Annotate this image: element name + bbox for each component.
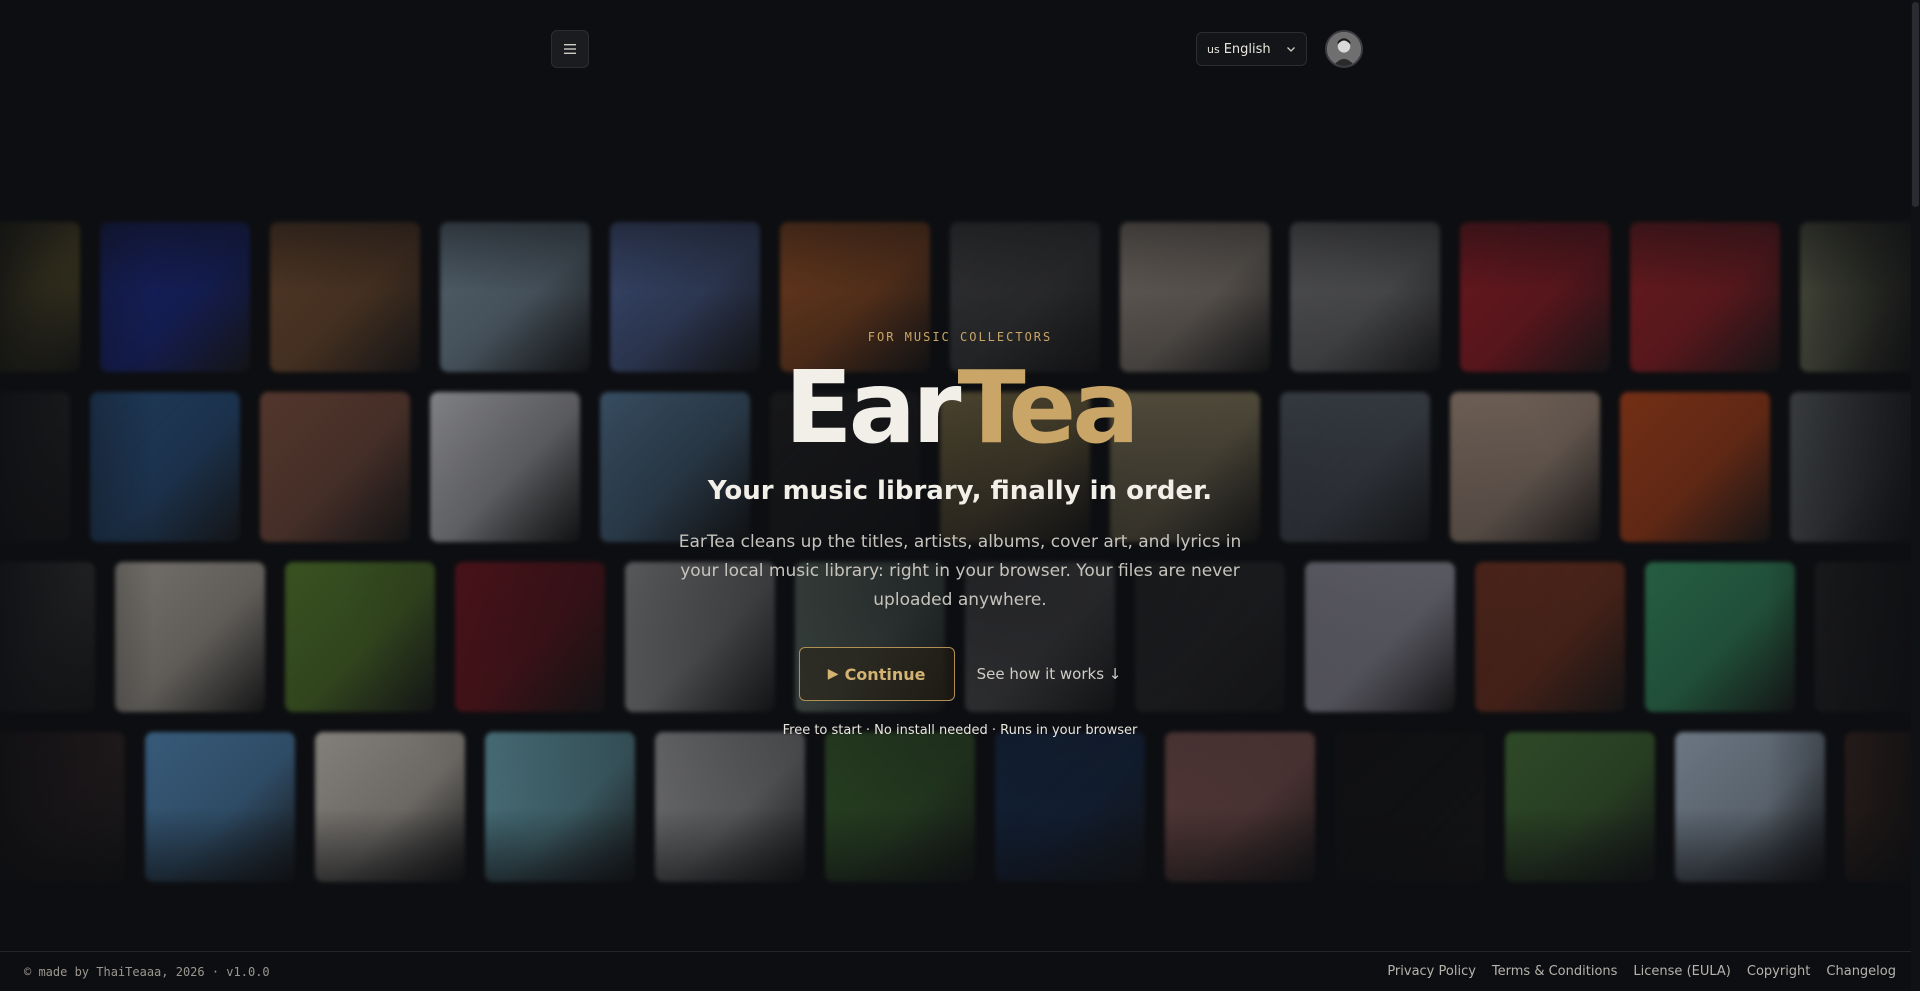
footer: © made by ThaiTeaaa, 2026 · v1.0.0 Priva… [0,951,1920,991]
footer-links: Privacy Policy Terms & Conditions Licens… [1387,964,1896,979]
album-cover [1505,732,1655,882]
language-select[interactable]: us English [1196,32,1307,66]
description: EarTea cleans up the titles, artists, al… [678,532,1242,610]
album-cover [0,392,70,542]
album-cover [1800,222,1920,372]
copyright-link[interactable]: Copyright [1747,964,1811,979]
album-cover [1460,222,1610,372]
album-cover [1450,392,1600,542]
scrollbar-thumb[interactable] [1912,2,1919,207]
album-cover [485,732,635,882]
changelog-link[interactable]: Changelog [1826,964,1896,979]
album-cover [825,732,975,882]
brand-tea: Tea [957,349,1139,466]
chevron-down-icon [1287,47,1295,52]
brand-title: EarTea [784,358,1139,458]
album-cover [655,732,805,882]
scrollbar[interactable] [1911,0,1920,991]
album-cover [430,392,580,542]
album-cover [1845,732,1920,882]
album-cover [1620,392,1770,542]
continue-button[interactable]: ▶ Continue [798,647,955,701]
album-cover [115,562,265,712]
perks-line: Free to start · No install needed · Runs… [782,723,1138,738]
album-cover [260,392,410,542]
album-cover [285,562,435,712]
album-cover [1675,732,1825,882]
cta-row: ▶ Continue See how it works ↓ [798,647,1122,701]
album-cover [1475,562,1625,712]
terms-link[interactable]: Terms & Conditions [1492,964,1618,979]
album-cover [995,732,1145,882]
see-how-it-works-link[interactable]: See how it works ↓ [977,665,1122,683]
album-cover [145,732,295,882]
license-link[interactable]: License (EULA) [1633,964,1730,979]
album-cover [270,222,420,372]
tagline: Your music library, finally in order. [707,476,1213,506]
flag-icon: us [1207,42,1220,56]
menu-button[interactable] [551,30,589,68]
album-cover [1645,562,1795,712]
album-cover [315,732,465,882]
album-cover [0,562,95,712]
album-cover [1165,732,1315,882]
album-cover [1815,562,1920,712]
album-cover [1790,392,1920,542]
album-row [0,732,1920,882]
hero: FOR MUSIC COLLECTORS EarTea Your music l… [560,330,1360,738]
eyebrow-label: FOR MUSIC COLLECTORS [867,330,1053,344]
album-cover [0,732,125,882]
footer-credit: © made by ThaiTeaaa, 2026 · v1.0.0 [24,964,270,979]
album-cover [0,222,80,372]
continue-label: Continue [844,664,926,684]
hamburger-menu-icon [564,44,576,54]
avatar-image [1327,32,1361,66]
album-cover [90,392,240,542]
language-label: English [1223,41,1271,57]
album-cover [1335,732,1485,882]
privacy-policy-link[interactable]: Privacy Policy [1387,964,1476,979]
play-icon: ▶ [827,666,839,682]
album-cover [1630,222,1780,372]
album-cover [100,222,250,372]
brand-ear: Ear [784,349,961,466]
user-avatar[interactable] [1325,30,1363,68]
